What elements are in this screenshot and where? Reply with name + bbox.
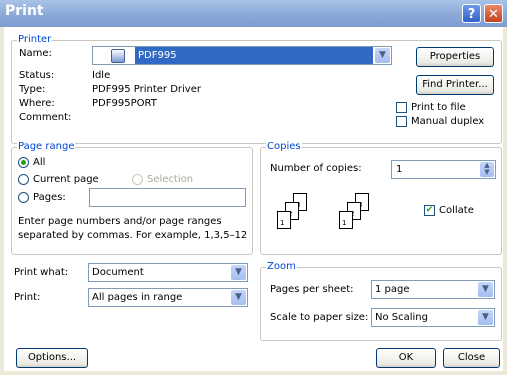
pages-per-sheet-label: Pages per sheet:: [270, 284, 354, 295]
where-label: Where:: [19, 98, 55, 109]
zoom-group-title: Zoom: [266, 261, 297, 273]
number-of-copies-value: 1: [396, 164, 403, 175]
selection-label: Selection: [147, 174, 194, 185]
spinner-icon[interactable]: ▲ ▼: [480, 162, 494, 177]
print-what-value: Document: [92, 267, 144, 278]
print-label: Print:: [14, 292, 41, 303]
ok-button[interactable]: OK: [376, 348, 436, 368]
name-label: Name:: [19, 48, 52, 59]
close-icon: ✕: [488, 7, 499, 22]
selection-radio[interactable]: [132, 174, 143, 185]
dialog-body: Printer Name: PDF995 ▼ Properties Status…: [4, 27, 503, 371]
all-label: All: [33, 157, 46, 168]
page-icon: 1: [277, 211, 291, 229]
help-icon: ?: [467, 7, 476, 22]
all-radio[interactable]: [18, 157, 29, 168]
scale-to-paper-value: No Scaling: [375, 312, 428, 323]
close-window-button[interactable]: ✕: [484, 4, 503, 23]
number-of-copies-input[interactable]: 1 ▲ ▼: [391, 160, 496, 179]
copies-group: Copies Number of copies: 1 ▲▼ 3 2 1 3 2 …: [260, 141, 502, 255]
collate-checkbox[interactable]: ✔: [424, 205, 435, 216]
collate-illustration: 3 2 1 3 2 1: [275, 193, 385, 239]
page-range-hint-1: Enter page numbers and/or page ranges: [18, 216, 222, 227]
zoom-group: Zoom Pages per sheet: 1 page ▼ Scale to …: [260, 261, 502, 341]
print-value: All pages in range: [92, 292, 183, 303]
pages-input[interactable]: [89, 188, 246, 207]
manual-duplex-checkbox[interactable]: [396, 116, 407, 127]
pages-per-sheet-value: 1 page: [375, 284, 410, 295]
chevron-down-icon[interactable]: ▼: [375, 48, 390, 63]
print-dialog: Print ? ✕ Printer Name: PDF995 ▼ Propert…: [0, 0, 507, 375]
page-range-group-title: Page range: [17, 141, 76, 153]
chevron-down-icon[interactable]: ▼: [231, 290, 246, 305]
print-select[interactable]: All pages in range ▼: [88, 288, 248, 307]
pages-per-sheet-select[interactable]: 1 page ▼: [371, 280, 495, 299]
scale-to-paper-label: Scale to paper size:: [270, 312, 369, 323]
page-range-hint-2: separated by commas. For example, 1,3,5–…: [18, 230, 248, 241]
current-page-label: Current page: [33, 174, 99, 185]
pages-radio[interactable]: [18, 192, 29, 203]
printer-name-select[interactable]: PDF995 ▼: [92, 46, 392, 65]
page-range-group: Page range All Current page Selection Pa…: [11, 141, 253, 255]
printer-group: Printer Name: PDF995 ▼ Properties Status…: [11, 34, 502, 144]
where-value: PDF995PORT: [92, 98, 157, 109]
printer-icon: [111, 49, 125, 63]
number-of-copies-label: Number of copies:: [270, 163, 362, 174]
scale-to-paper-select[interactable]: No Scaling ▼: [371, 308, 495, 327]
window-title: Print: [5, 3, 44, 19]
properties-button[interactable]: Properties: [416, 47, 494, 67]
pages-label: Pages:: [33, 192, 66, 203]
comment-label: Comment:: [19, 112, 72, 123]
current-page-radio[interactable]: [18, 174, 29, 185]
printer-name-value: PDF995: [135, 47, 373, 64]
options-button[interactable]: Options...: [16, 348, 88, 368]
print-what-select[interactable]: Document ▼: [88, 263, 248, 282]
help-button[interactable]: ?: [462, 4, 481, 23]
chevron-down-icon[interactable]: ▼: [231, 265, 246, 280]
manual-duplex-label: Manual duplex: [411, 116, 485, 127]
find-printer-button[interactable]: Find Printer...: [416, 75, 494, 95]
print-what-label: Print what:: [14, 267, 69, 278]
title-bar[interactable]: Print ? ✕: [0, 0, 507, 27]
chevron-down-icon[interactable]: ▼: [478, 282, 493, 297]
status-value: Idle: [92, 70, 111, 81]
printer-group-title: Printer: [17, 34, 53, 46]
type-label: Type:: [19, 84, 46, 95]
print-to-file-label: Print to file: [411, 102, 466, 113]
chevron-down-icon[interactable]: ▼: [478, 310, 493, 325]
page-icon: 1: [339, 211, 353, 229]
type-value: PDF995 Printer Driver: [92, 84, 201, 95]
copies-group-title: Copies: [266, 141, 302, 153]
status-label: Status:: [19, 70, 55, 81]
print-to-file-checkbox[interactable]: [396, 102, 407, 113]
close-button[interactable]: Close: [443, 348, 500, 368]
collate-label: Collate: [439, 205, 474, 216]
